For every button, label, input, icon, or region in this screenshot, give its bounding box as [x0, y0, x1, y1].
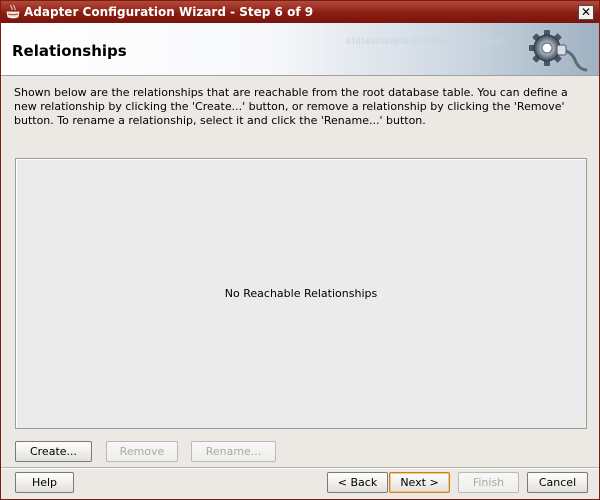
- relationships-list[interactable]: No Reachable Relationships: [15, 158, 587, 429]
- close-icon: ✕: [580, 5, 592, 19]
- help-button[interactable]: Help: [15, 472, 74, 493]
- back-button[interactable]: < Back: [327, 472, 388, 493]
- cancel-button[interactable]: Cancel: [527, 472, 588, 493]
- wizard-window: Adapter Configuration Wizard - Step 6 of…: [0, 0, 600, 500]
- footer-separator: [1, 467, 599, 469]
- wizard-header: Relationships 0101010101010101010101010 …: [1, 23, 599, 76]
- page-title: Relationships: [12, 42, 127, 60]
- binary-decoration: 0101010101010101010101010 10101010101010…: [346, 37, 506, 46]
- remove-button[interactable]: Remove: [106, 441, 178, 462]
- cancel-button-label: Cancel: [538, 476, 577, 489]
- next-button-label: Next >: [400, 476, 439, 489]
- finish-button[interactable]: Finish: [458, 472, 519, 493]
- remove-button-label: Remove: [119, 445, 165, 458]
- window-title: Adapter Configuration Wizard - Step 6 of…: [24, 5, 314, 19]
- create-button-label: Create...: [29, 445, 78, 458]
- instructions-text: Shown below are the relationships that a…: [14, 86, 568, 127]
- empty-list-message: No Reachable Relationships: [224, 287, 378, 300]
- finish-button-label: Finish: [472, 476, 505, 489]
- create-button[interactable]: Create...: [15, 441, 92, 462]
- back-button-label: < Back: [337, 476, 378, 489]
- title-bar[interactable]: Adapter Configuration Wizard - Step 6 of…: [1, 1, 599, 23]
- gear-plug-icon: [529, 30, 588, 72]
- coffee-cup-icon: [6, 4, 20, 19]
- rename-button[interactable]: Rename...: [191, 441, 276, 462]
- rename-button-label: Rename...: [205, 445, 262, 458]
- next-button[interactable]: Next >: [389, 472, 450, 493]
- close-button[interactable]: ✕: [578, 5, 594, 20]
- help-button-label: Help: [31, 476, 58, 489]
